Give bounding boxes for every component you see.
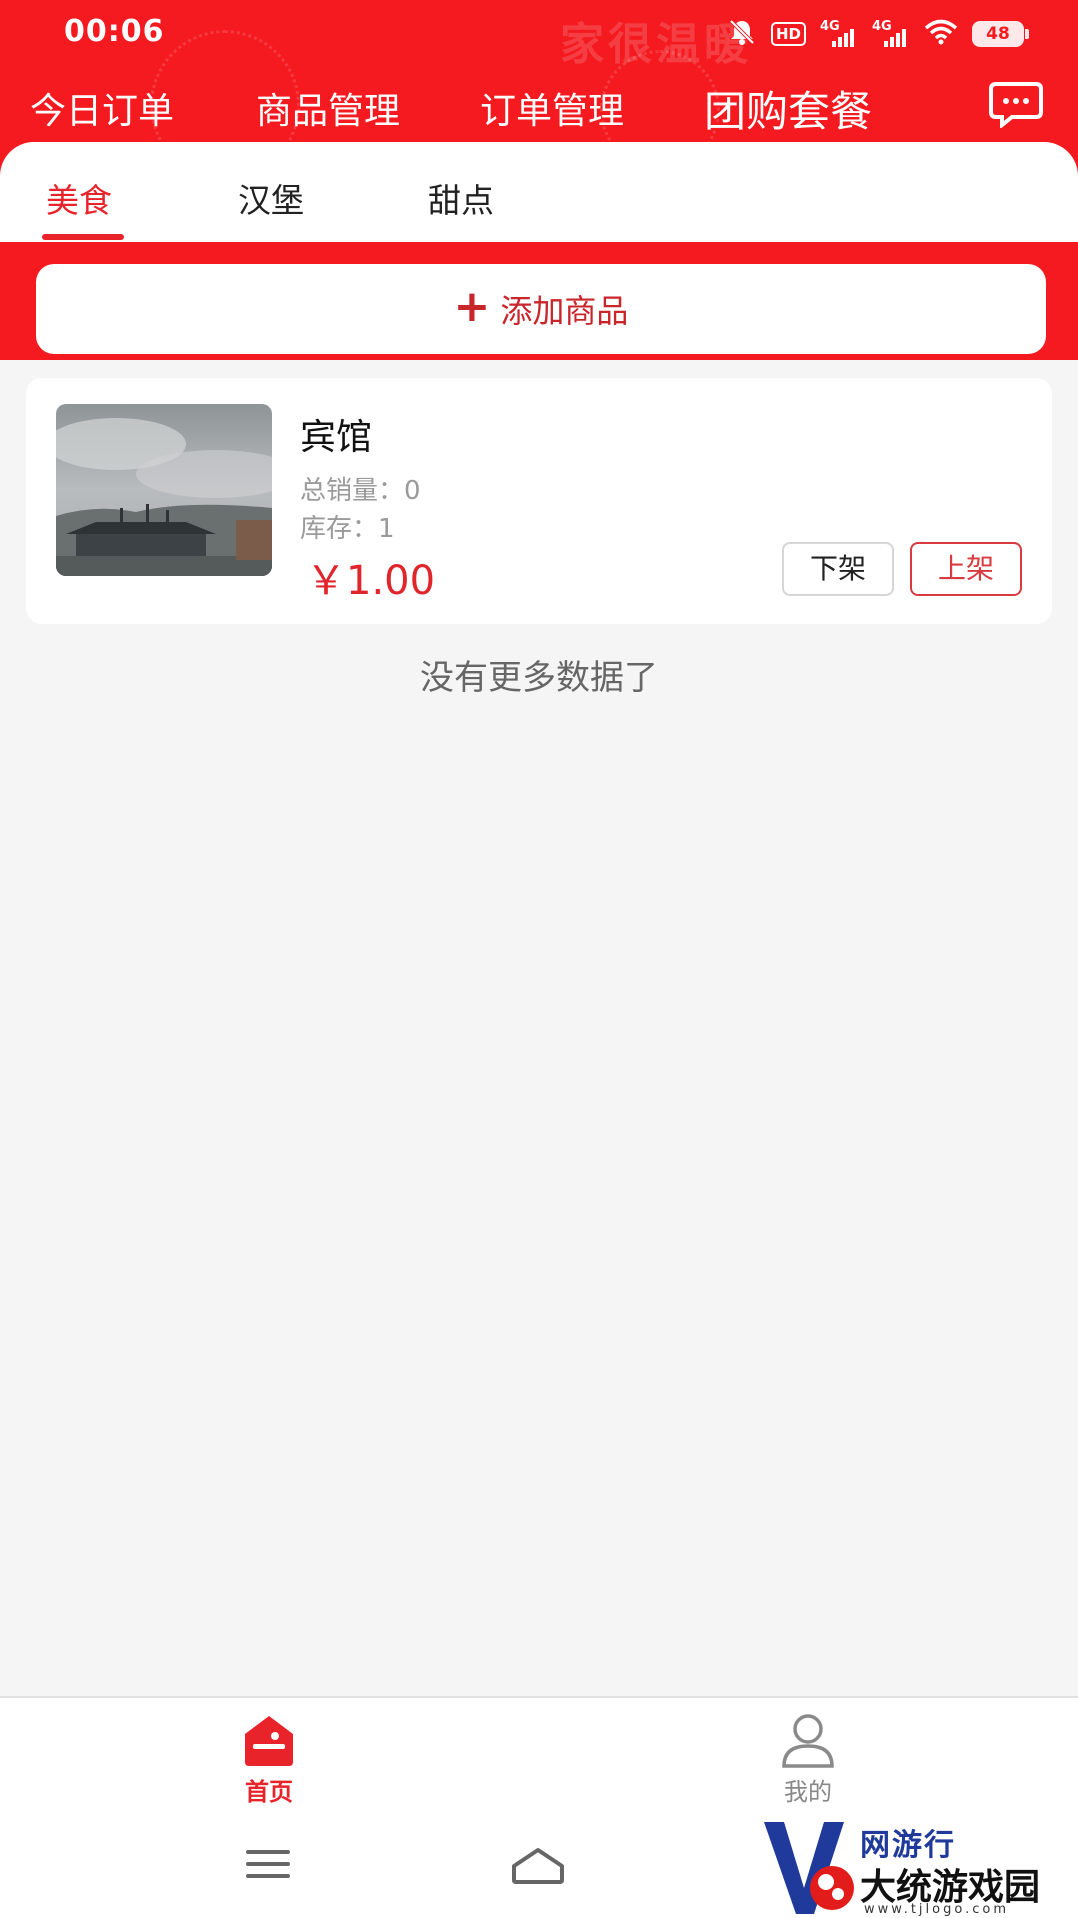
status-time: 00:06 [64, 14, 165, 49]
list-end-message: 没有更多数据了 [420, 658, 658, 698]
active-tab-indicator [42, 234, 124, 240]
hd-voice-icon: HD [770, 22, 806, 46]
add-product-button[interactable]: + 添加商品 [36, 264, 1046, 354]
tab-home[interactable]: 首页 [209, 1712, 329, 1807]
category-tab-food[interactable]: 美食 [46, 174, 112, 222]
tab-mine[interactable]: 我的 [748, 1712, 868, 1807]
nav-today-orders[interactable]: 今日订单 [30, 82, 174, 134]
product-stock: 库存：1 [300, 514, 395, 544]
watermark-logo: 网游行 大统游戏园 www.tjlogo.com [760, 1818, 1070, 1918]
status-icons: HD 4G 4G 48 [727, 16, 1029, 52]
plus-icon: + [453, 281, 491, 332]
nav-group-buy-package[interactable]: 团购套餐 [704, 78, 872, 139]
nav-order-management[interactable]: 订单管理 [480, 82, 624, 134]
nav-product-management[interactable]: 商品管理 [256, 82, 400, 134]
product-card[interactable]: 宾馆 总销量：0 库存：1 ￥1.00 下架 上架 [26, 378, 1052, 624]
top-nav: 今日订单 商品管理 订单管理 团购套餐 [0, 72, 1078, 138]
category-tab-burger[interactable]: 汉堡 [238, 174, 304, 222]
mute-bell-icon [727, 17, 757, 51]
product-price: ￥1.00 [306, 558, 436, 604]
watermark-url: www.tjlogo.com [864, 1902, 1009, 1917]
product-image [56, 404, 272, 576]
product-name: 宾馆 [300, 417, 373, 458]
tab-home-label: 首页 [245, 1778, 293, 1806]
user-icon [778, 1712, 838, 1768]
status-bar: 00:06 HD 4G 4G 48 [0, 0, 1078, 68]
signal-icon: 4G [820, 19, 858, 49]
battery-icon: 48 [972, 21, 1029, 47]
wifi-icon [924, 19, 958, 49]
on-shelf-button[interactable]: 上架 [910, 542, 1022, 596]
tab-mine-label: 我的 [784, 1778, 832, 1806]
home-nav-icon[interactable] [508, 1844, 568, 1892]
add-product-label: 添加商品 [500, 292, 629, 330]
home-icon [239, 1712, 299, 1768]
message-icon[interactable] [988, 80, 1044, 130]
product-total-sales: 总销量：0 [300, 476, 421, 506]
watermark-v-icon [764, 1822, 854, 1914]
menu-icon[interactable] [244, 1844, 292, 1888]
category-tabs: 美食 汉堡 甜点 [0, 142, 1078, 242]
signal-icon-2: 4G [872, 19, 910, 49]
bottom-tab-bar: 首页 我的 [0, 1696, 1078, 1816]
off-shelf-button[interactable]: 下架 [782, 542, 894, 596]
category-tab-dessert[interactable]: 甜点 [428, 174, 494, 222]
